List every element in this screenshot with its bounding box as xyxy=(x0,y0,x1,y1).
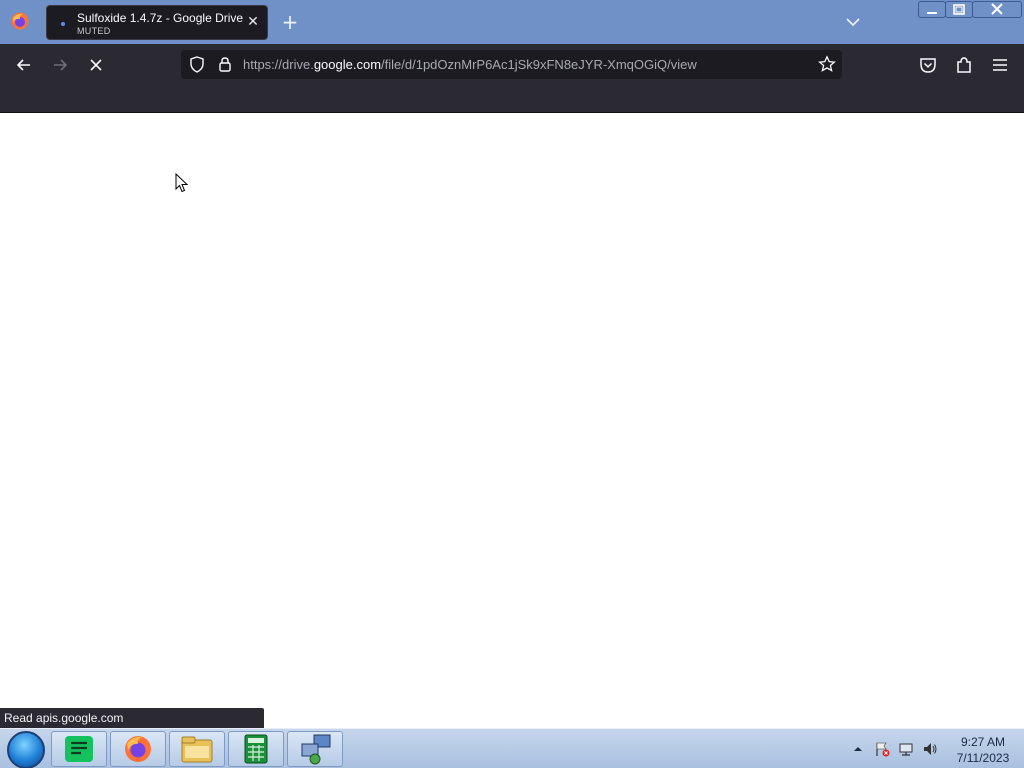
active-tab[interactable]: Sulfoxide 1.4.7z - Google Drive MUTED ✕ xyxy=(46,5,268,40)
hamburger-icon[interactable] xyxy=(989,54,1011,76)
minimize-button[interactable] xyxy=(918,1,946,18)
tab-title: Sulfoxide 1.4.7z - Google Drive xyxy=(77,11,244,25)
taskbar-calculator-button[interactable] xyxy=(228,731,284,767)
taskbar: 9:27 AM 7/11/2023 xyxy=(0,728,1024,768)
system-clock[interactable]: 9:27 AM 7/11/2023 xyxy=(950,734,1016,766)
url-prefix: https://drive. xyxy=(243,57,314,72)
close-icon[interactable]: ✕ xyxy=(245,14,261,30)
pocket-icon[interactable] xyxy=(917,54,939,76)
url-text[interactable]: https://drive.google.com/file/d/1pdOznMr… xyxy=(243,57,697,72)
file-explorer-icon xyxy=(181,736,213,763)
url-path: /file/d/1pdOznMrP6Ac1jSk9xFN8eJYR-XmqOGi… xyxy=(381,57,697,72)
network-icon[interactable] xyxy=(898,741,914,757)
firefox-icon[interactable] xyxy=(10,11,30,31)
navigation-toolbar: https://drive.google.com/file/d/1pdOznMr… xyxy=(0,44,1024,85)
screen: Sulfoxide 1.4.7z - Google Drive MUTED ✕ … xyxy=(0,0,1024,768)
loading-dot-icon xyxy=(61,22,65,26)
clock-date: 7/11/2023 xyxy=(956,751,1010,765)
star-icon[interactable] xyxy=(818,55,836,73)
puzzle-icon[interactable] xyxy=(953,54,975,76)
calculator-icon xyxy=(244,734,268,764)
notes-app-icon xyxy=(65,736,93,762)
action-center-flag-icon[interactable] xyxy=(874,741,890,757)
chevron-down-icon[interactable] xyxy=(843,12,863,32)
url-bar[interactable]: https://drive.google.com/file/d/1pdOznMr… xyxy=(181,50,842,79)
taskbar-network-button[interactable] xyxy=(287,731,343,767)
arrow-left-icon[interactable] xyxy=(13,54,35,76)
taskbar-explorer-button[interactable] xyxy=(169,731,225,767)
network-app-icon xyxy=(301,734,331,765)
shield-icon[interactable] xyxy=(189,56,205,73)
firefox-icon xyxy=(125,736,151,762)
restore-button[interactable] xyxy=(945,1,973,18)
show-hidden-icons-icon[interactable] xyxy=(850,741,866,757)
taskbar-firefox-button[interactable] xyxy=(110,731,166,767)
window-close-button[interactable] xyxy=(972,1,1022,18)
page-content[interactable] xyxy=(0,113,1024,728)
start-button[interactable] xyxy=(7,731,45,768)
lock-icon[interactable] xyxy=(218,56,232,73)
status-bar-text: Read apis.google.com xyxy=(0,708,264,728)
mouse-pointer-icon xyxy=(175,173,189,193)
arrow-right-icon[interactable] xyxy=(49,54,71,76)
bookmarks-toolbar xyxy=(0,85,1024,113)
tab-muted-label: MUTED xyxy=(77,26,111,36)
url-domain: google.com xyxy=(313,57,382,72)
tab-strip: Sulfoxide 1.4.7z - Google Drive MUTED ✕ … xyxy=(0,0,1024,44)
plus-icon[interactable]: + xyxy=(280,12,300,32)
taskbar-notes-button[interactable] xyxy=(51,731,107,767)
stop-icon[interactable] xyxy=(85,54,107,76)
clock-time: 9:27 AM xyxy=(960,735,1006,749)
volume-icon[interactable] xyxy=(922,741,938,757)
